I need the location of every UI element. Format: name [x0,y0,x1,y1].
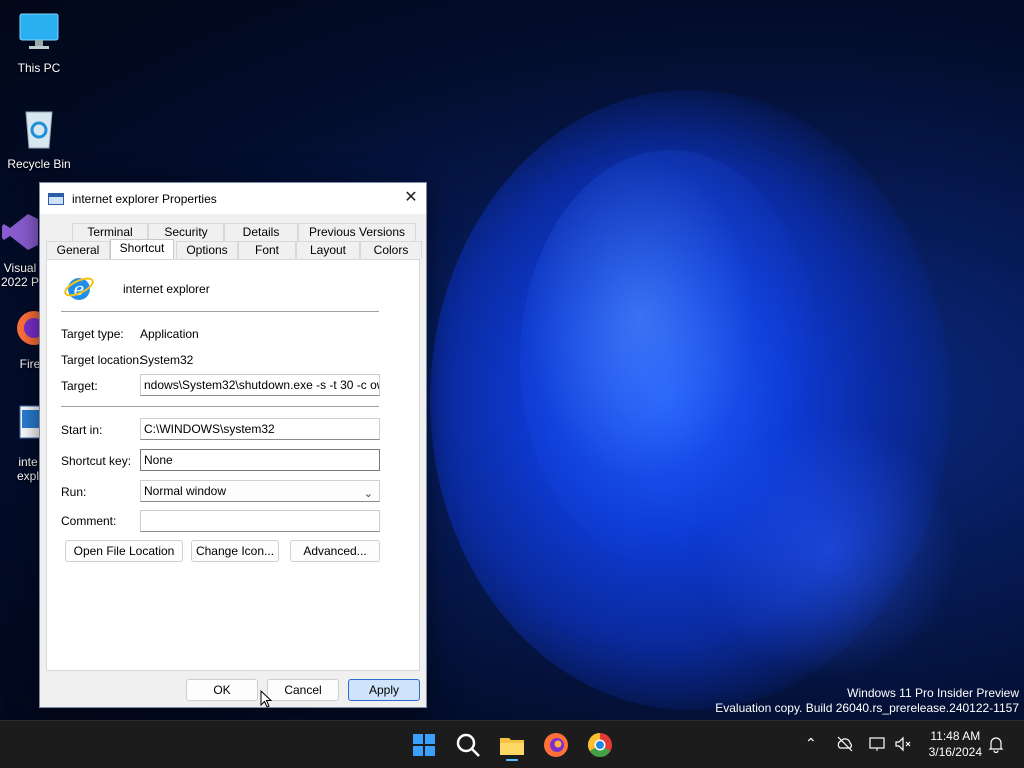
open-file-location-button[interactable]: Open File Location [65,540,183,562]
tab-options[interactable]: Options [176,241,238,259]
clock-time: 11:48 AM [930,729,981,743]
chevron-up-icon[interactable]: ⌃ [805,735,817,752]
comment-label: Comment: [61,514,117,528]
cancel-button[interactable]: Cancel [267,679,339,701]
firefox-icon[interactable] [540,729,572,761]
start-in-field[interactable]: C:\WINDOWS\system32 [140,418,380,440]
ok-button[interactable]: OK [186,679,258,701]
change-icon-button[interactable]: Change Icon... [191,540,279,562]
desktop-icon-label: This PC [17,61,61,75]
network-icon[interactable] [868,735,886,753]
chrome-icon[interactable] [584,729,616,761]
shortcut-name: internet explorer [123,282,210,296]
evaluation-watermark: Windows 11 Pro Insider Preview Evaluatio… [715,686,1019,716]
tab-shortcut[interactable]: Shortcut [110,239,174,259]
window-icon [48,192,64,205]
tab-details[interactable]: Details [224,223,298,241]
target-type-label: Target type: [61,327,124,341]
advanced-button[interactable]: Advanced... [290,540,380,562]
start-in-label: Start in: [61,423,103,437]
start-button-windows-icon[interactable] [408,729,440,761]
tab-strip: Terminal Security Details Previous Versi… [46,223,422,259]
visual-studio-icon [2,214,38,250]
run-label: Run: [61,485,87,499]
file-explorer-icon[interactable] [496,729,528,761]
notification-bell-icon[interactable] [988,735,1004,753]
tab-colors[interactable]: Colors [360,241,422,259]
tab-general[interactable]: General [46,241,110,259]
chevron-down-icon: ⌄ [363,488,373,500]
watermark-line-1: Windows 11 Pro Insider Preview [847,686,1019,700]
run-select-value: Normal window [144,484,227,498]
properties-dialog: internet explorer Properties ✕ Terminal … [39,182,427,708]
target-field[interactable]: ndows\System32\shutdown.exe -s -t 30 -c … [140,374,380,396]
monitor-icon [19,13,59,49]
shortcut-key-field[interactable]: None [140,449,380,471]
target-label: Target: [61,379,98,393]
clock-date: 3/16/2024 [928,745,982,759]
tab-font[interactable]: Font [238,241,296,259]
target-location-label: Target location: [61,353,143,367]
desktop-icon-recycle-bin[interactable]: Recycle Bin [1,106,77,171]
mouse-cursor-icon [260,690,272,708]
desktop-icon-label: Recycle Bin [7,157,71,171]
dialog-titlebar[interactable]: internet explorer Properties ✕ [40,183,426,214]
divider [61,406,379,407]
run-select[interactable]: Normal window ⌄ [140,480,380,502]
close-icon[interactable]: ✕ [396,183,426,214]
watermark-line-2: Evaluation copy. Build 26040.rs_prerelea… [715,701,1019,715]
wallpaper-petal [700,420,960,680]
target-type-value: Application [140,327,199,341]
system-clock[interactable]: 11:48 AM 3/16/2024 [929,728,982,760]
search-icon[interactable] [452,729,484,761]
tab-previous-versions[interactable]: Previous Versions [298,223,416,241]
internet-explorer-icon: e [64,277,94,300]
divider [61,311,379,312]
desktop-icon-this-pc[interactable]: This PC [1,10,77,75]
volume-muted-icon[interactable] [894,735,912,753]
apply-button[interactable]: Apply [348,679,420,701]
shortcut-tab-panel: e internet explorer Target type: Applica… [46,259,420,671]
comment-field[interactable] [140,510,380,532]
recycle-bin-icon [25,111,53,149]
tab-layout[interactable]: Layout [296,241,360,259]
taskbar: ⌃ 11:48 AM 3/16/2024 [0,720,1024,768]
dialog-title: internet explorer Properties [72,191,217,206]
target-location-value: System32 [140,353,194,367]
cloud-offline-icon[interactable] [836,735,854,753]
shortcut-key-label: Shortcut key: [61,454,132,468]
